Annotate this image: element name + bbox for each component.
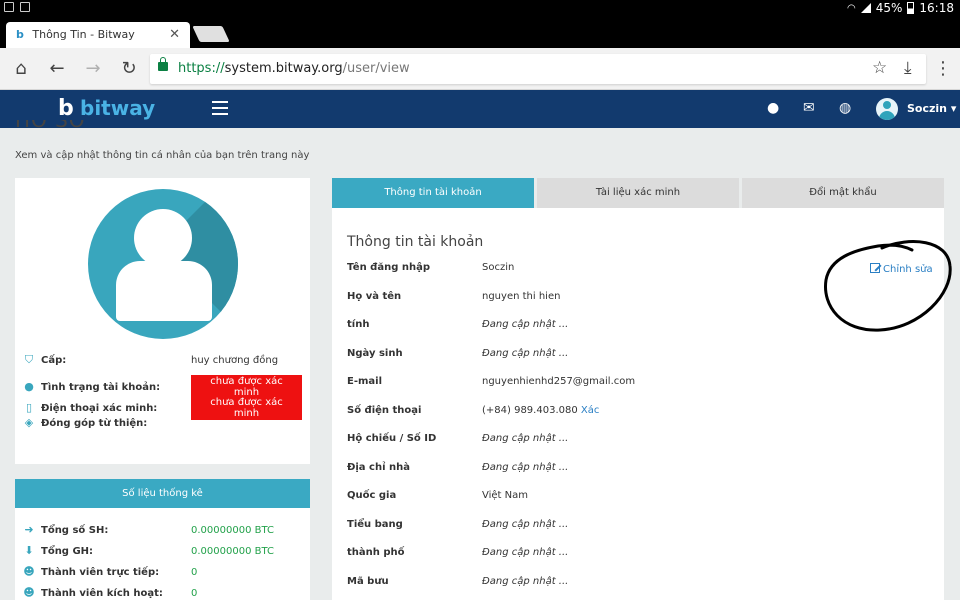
chat-icon[interactable]: ● [767,100,779,116]
bookmark-star-icon[interactable]: ☆ [872,58,887,78]
home-icon[interactable]: ⌂ [10,58,32,79]
stats-card: Số liệu thống kê ➜ Tổng số SH: 0.0000000… [15,479,310,600]
hand-drawn-circle-annotation [824,240,952,332]
phone-icon: ▯ [25,401,33,414]
info-row-birthday: Ngày sinh Đang cập nhật ... [347,348,569,359]
arrow-circle-icon: ➜ [24,523,34,536]
stats-row-total-gh: ⬇ Tổng GH: 0.00000000 BTC [24,544,274,557]
user-avatar[interactable] [876,98,898,120]
profile-tabs: Thông tin tài khoản Tài liệu xác minh Đổ… [332,178,944,208]
tab-change-password[interactable]: Đổi mật khẩu [742,178,944,208]
bitway-favicon-icon: b [16,28,24,41]
users-icon: ☻ [23,565,35,578]
logo-mark-icon: b [58,96,74,121]
close-tab-icon[interactable]: ✕ [169,27,180,42]
secure-lock-icon [158,57,168,71]
tab-verification-docs[interactable]: Tài liệu xác minh [537,178,739,208]
bitway-logo[interactable]: b bitway [58,96,155,121]
user-menu[interactable]: Soczin ▾ [907,102,956,115]
page-subtitle: Xem và cập nhật thông tin cá nhân của bạ… [15,150,310,161]
info-row-state: Tiểu bang Đang cập nhật ... [347,519,569,530]
battery-icon [907,2,915,14]
users-icon: ☻ [23,586,35,599]
info-row-city: thành phố Đang cập nhật ... [347,547,569,558]
back-icon[interactable]: ← [46,58,68,79]
browser-toolbar: ⌂ ← → ↻ https://system.bitway.org/user/v… [0,48,960,90]
info-row-zip: Mã bưu Đang cập nhật ... [347,576,569,587]
page-title: HỒ SƠ [15,120,88,130]
browser-tab[interactable]: b Thông Tin - Bitway ✕ [6,22,190,48]
tab-account-info[interactable]: Thông tin tài khoản [332,178,534,208]
stats-row-active-members: ☻ Thành viên kích hoạt: 0 [23,586,198,599]
info-row-address: Địa chỉ nhà Đang cập nhật ... [347,462,569,473]
reload-icon[interactable]: ↻ [118,58,140,79]
download-icon[interactable]: ⤓ [904,58,912,78]
wifi-icon: ◠ [847,2,856,14]
info-row-passport: Hộ chiếu / Số ID Đang cập nhật ... [347,433,569,444]
hamburger-menu-icon[interactable] [212,101,228,119]
notification-icons [4,2,30,12]
signal-icon [860,3,871,13]
profile-card: ⛉ Cấp: huy chương đồng ● Tình trạng tài … [15,178,310,464]
profile-row-level: ⛉ Cấp: huy chương đồng [24,353,279,366]
verify-phone-link[interactable]: Xác [581,405,599,416]
info-row-email: E-mail nguyenhienhd257@gmail.com [347,376,636,387]
address-bar[interactable]: https://system.bitway.org/user/view ☆ ⤓ [150,54,926,84]
shield-icon: ⛉ [24,353,34,366]
new-tab-button[interactable] [192,26,230,42]
profile-row-charity: ◈ Đóng góp từ thiện: [24,416,148,429]
gallery-icon [20,2,30,12]
battery-percent: 45% [875,1,903,15]
notification-icon [4,2,14,12]
stats-row-total-sh: ➜ Tổng số SH: 0.00000000 BTC [24,523,274,536]
user-icon: ● [24,380,34,393]
stats-title: Số liệu thống kê [15,479,310,508]
stats-row-direct-members: ☻ Thành viên trực tiếp: 0 [23,565,198,578]
mail-icon[interactable]: ✉ [803,100,815,116]
globe-icon[interactable]: ◍ [839,100,851,116]
info-row-phone: Số điện thoại (+84) 989.403.080 Xác [347,405,600,416]
browser-tabstrip: b Thông Tin - Bitway ✕ [0,18,960,48]
clock: 16:18 [919,1,954,15]
handshake-icon: ◈ [24,416,34,429]
menu-dots-icon[interactable]: ⋮ [932,58,954,79]
app-header: b bitway ● ✉ ◍ Soczin ▾ [0,90,960,128]
download-circle-icon: ⬇ [24,544,34,557]
forward-icon[interactable]: → [82,58,104,79]
status-badge: chưa được xác minh [191,396,302,420]
profile-avatar [88,189,238,339]
url-text[interactable]: https://system.bitway.org/user/view [178,61,410,76]
info-row-country: Quốc gia Việt Nam [347,490,529,501]
browser-tab-title: Thông Tin - Bitway [32,28,135,41]
status-bar: ◠ 45% 16:18 [0,0,960,18]
account-info-title: Thông tin tài khoản [347,234,484,250]
